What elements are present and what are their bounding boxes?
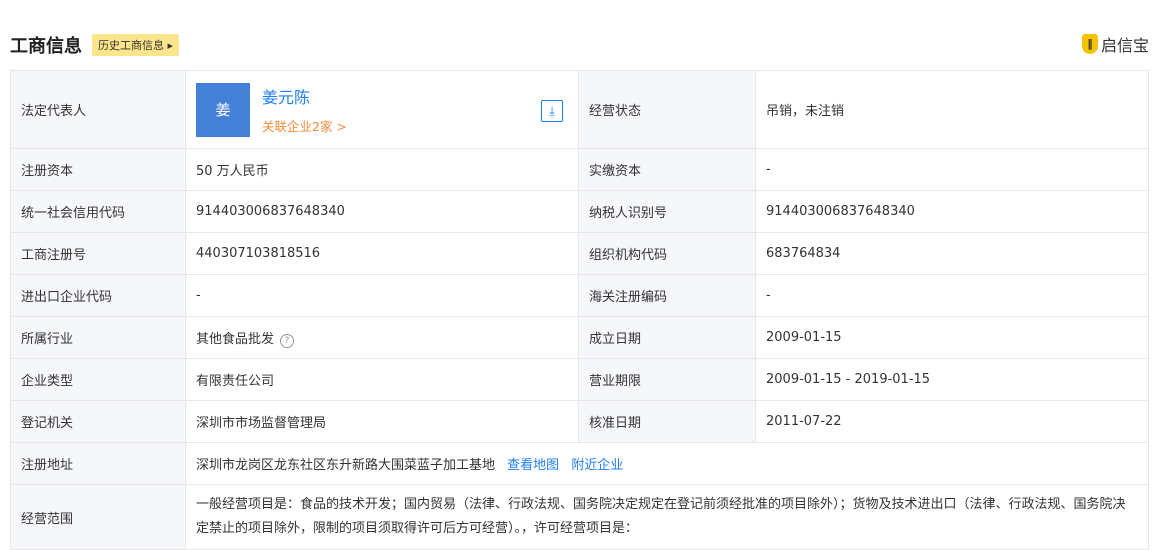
table-row: 企业类型 有限责任公司 营业期限 2009-01-15 - 2019-01-15 bbox=[10, 358, 1149, 401]
legal-rep-cell: 姜 姜元陈 关联企业2家 > ⤓ bbox=[185, 70, 579, 149]
label: 纳税人识别号 bbox=[578, 190, 756, 233]
value-text: - bbox=[196, 288, 201, 303]
avatar: 姜 bbox=[196, 82, 250, 137]
value: 深圳市龙岗区龙东社区东升新路大围菜蓝子加工基地 查看地图 附近企业 bbox=[185, 442, 1149, 485]
label: 营业期限 bbox=[578, 358, 756, 401]
table-row: 注册地址 深圳市龙岗区龙东社区东升新路大围菜蓝子加工基地 查看地图 附近企业 bbox=[10, 442, 1149, 485]
label: 注册地址 bbox=[10, 442, 186, 485]
value: - bbox=[755, 148, 1149, 191]
brand-logo: ‖ 启信宝 bbox=[1081, 32, 1149, 56]
history-button[interactable]: 历史工商信息 ▸ bbox=[92, 34, 180, 56]
table-row: 登记机关 深圳市市场监督管理局 核准日期 2011-07-22 bbox=[10, 400, 1149, 443]
help-icon[interactable]: ? bbox=[280, 333, 295, 348]
table-row: 所属行业 其他食品批发? 成立日期 2009-01-15 bbox=[10, 316, 1149, 359]
table-row: 工商注册号 440307103818516 组织机构代码 683764834 bbox=[10, 232, 1149, 275]
label: 注册资本 bbox=[10, 148, 186, 191]
table-row: 注册资本 50 万人民币 实缴资本 - bbox=[10, 148, 1149, 191]
value-text: 50 万人民币 bbox=[196, 164, 269, 179]
value: 440307103818516 bbox=[185, 232, 579, 275]
value: 有限责任公司 bbox=[185, 358, 579, 401]
label: 核准日期 bbox=[578, 400, 756, 443]
value-text: 深圳市市场监督管理局 bbox=[196, 416, 327, 431]
value: 其他食品批发? bbox=[185, 316, 579, 359]
page-title: 工商信息 bbox=[10, 36, 82, 57]
label: 实缴资本 bbox=[578, 148, 756, 191]
value-text: 440307103818516 bbox=[196, 246, 321, 261]
table-row: 进出口企业代码 - 海关注册编码 - bbox=[10, 274, 1149, 317]
label: 进出口企业代码 bbox=[10, 274, 186, 317]
shield-icon: ‖ bbox=[1081, 34, 1098, 54]
label: 成立日期 bbox=[578, 316, 756, 359]
value: 一般经营项目是：食品的技术开发；国内贸易（法律、行政法规、国务院决定规定在登记前… bbox=[185, 484, 1149, 550]
nearby-companies-link[interactable]: 附近企业 bbox=[571, 458, 623, 473]
label: 组织机构代码 bbox=[578, 232, 756, 275]
label: 登记机关 bbox=[10, 400, 186, 443]
value: 914403006837648340 bbox=[185, 190, 579, 233]
value: 2009-01-15 - 2019-01-15 bbox=[755, 358, 1149, 401]
label: 工商注册号 bbox=[10, 232, 186, 275]
label: 统一社会信用代码 bbox=[10, 190, 186, 233]
label: 所属行业 bbox=[10, 316, 186, 359]
address-text: 深圳市龙岗区龙东社区东升新路大围菜蓝子加工基地 bbox=[196, 458, 496, 473]
table-row: 经营范围 一般经营项目是：食品的技术开发；国内贸易（法律、行政法规、国务院决定规… bbox=[10, 484, 1149, 550]
table-row: 统一社会信用代码 914403006837648340 纳税人识别号 91440… bbox=[10, 190, 1149, 233]
label: 企业类型 bbox=[10, 358, 186, 401]
value: - bbox=[185, 274, 579, 317]
value: 吊销，未注销 bbox=[755, 70, 1149, 149]
label: 海关注册编码 bbox=[578, 274, 756, 317]
value-text: 有限责任公司 bbox=[196, 374, 275, 389]
value: 914403006837648340 bbox=[755, 190, 1149, 233]
value-text: 914403006837648340 bbox=[196, 204, 345, 219]
section-header: 工商信息 历史工商信息 ▸ bbox=[10, 32, 180, 58]
label: 经营状态 bbox=[578, 70, 756, 149]
value: 2011-07-22 bbox=[755, 400, 1149, 443]
business-info-table: 法定代表人 姜 姜元陈 关联企业2家 > ⤓ 经营状态 吊销，未注销 注册资本 … bbox=[10, 70, 1149, 550]
value: - bbox=[755, 274, 1149, 317]
label: 经营范围 bbox=[10, 484, 186, 550]
history-label: 历史工商信息 bbox=[98, 39, 164, 52]
table-row: 法定代表人 姜 姜元陈 关联企业2家 > ⤓ 经营状态 吊销，未注销 bbox=[10, 70, 1149, 149]
view-map-link[interactable]: 查看地图 bbox=[507, 458, 559, 473]
label: 法定代表人 bbox=[10, 70, 186, 149]
brand-name: 启信宝 bbox=[1100, 36, 1149, 55]
value: 683764834 bbox=[755, 232, 1149, 275]
legal-rep-name[interactable]: 姜元陈 bbox=[262, 84, 347, 108]
value: 2009-01-15 bbox=[755, 316, 1149, 359]
value-text: 其他食品批发 bbox=[196, 331, 275, 347]
value: 50 万人民币 bbox=[185, 148, 579, 191]
related-companies-link[interactable]: 关联企业2家 > bbox=[262, 116, 347, 135]
download-icon[interactable]: ⤓ bbox=[541, 99, 563, 122]
value: 深圳市市场监督管理局 bbox=[185, 400, 579, 443]
